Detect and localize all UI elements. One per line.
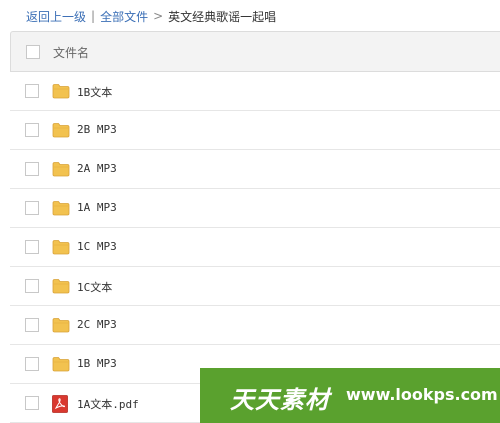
current-folder-name: 英文经典歌谣一起唱 <box>168 9 277 24</box>
watermark-banner: 天天素材 www.lookps.com <box>200 368 500 423</box>
file-name[interactable]: 2C MP3 <box>77 318 117 331</box>
row-checkbox[interactable] <box>25 84 39 98</box>
file-name[interactable]: 1B MP3 <box>77 357 117 370</box>
file-row[interactable]: 1C MP3 <box>10 228 500 267</box>
folder-icon <box>52 239 70 258</box>
folder-icon <box>52 278 70 297</box>
row-checkbox[interactable] <box>25 318 39 332</box>
row-checkbox[interactable] <box>25 240 39 254</box>
file-name[interactable]: 2A MP3 <box>77 162 117 175</box>
select-all-checkbox[interactable] <box>26 45 40 59</box>
file-row[interactable]: 2B MP3 <box>10 111 500 150</box>
file-name[interactable]: 1B文本 <box>77 84 112 100</box>
row-checkbox[interactable] <box>25 162 39 176</box>
back-link[interactable]: 返回上一级 <box>26 8 86 25</box>
folder-icon <box>52 83 70 102</box>
file-name[interactable]: 1C MP3 <box>77 240 117 253</box>
folder-icon <box>52 200 70 219</box>
file-row[interactable]: 1B文本 <box>10 72 500 111</box>
file-name[interactable]: 1A MP3 <box>77 201 117 214</box>
row-checkbox[interactable] <box>25 279 39 293</box>
file-row[interactable]: 1A MP3 <box>10 189 500 228</box>
folder-icon <box>52 356 70 375</box>
row-checkbox[interactable] <box>25 357 39 371</box>
file-row[interactable]: 2A MP3 <box>10 150 500 189</box>
row-checkbox[interactable] <box>25 201 39 215</box>
file-row[interactable]: 2C MP3 <box>10 306 500 345</box>
watermark-url: www.lookps.com <box>346 385 498 404</box>
row-checkbox[interactable] <box>25 123 39 137</box>
folder-icon <box>52 317 70 336</box>
file-name[interactable]: 1C文本 <box>77 279 112 295</box>
breadcrumb: 返回上一级 | 全部文件 > 英文经典歌谣一起唱 <box>0 0 500 32</box>
pdf-icon <box>52 395 68 416</box>
file-row[interactable]: 1C文本 <box>10 267 500 306</box>
file-name[interactable]: 1A文本.pdf <box>77 396 139 412</box>
file-list-header: 文件名 <box>10 31 500 72</box>
file-name[interactable]: 2B MP3 <box>77 123 117 136</box>
breadcrumb-divider: | <box>91 9 96 23</box>
watermark-brand: 天天素材 <box>230 385 330 414</box>
all-files-link[interactable]: 全部文件 <box>100 8 148 25</box>
breadcrumb-arrow: > <box>153 9 164 23</box>
folder-icon <box>52 122 70 141</box>
filename-column-header[interactable]: 文件名 <box>53 44 89 61</box>
row-checkbox[interactable] <box>25 396 39 410</box>
folder-icon <box>52 161 70 180</box>
